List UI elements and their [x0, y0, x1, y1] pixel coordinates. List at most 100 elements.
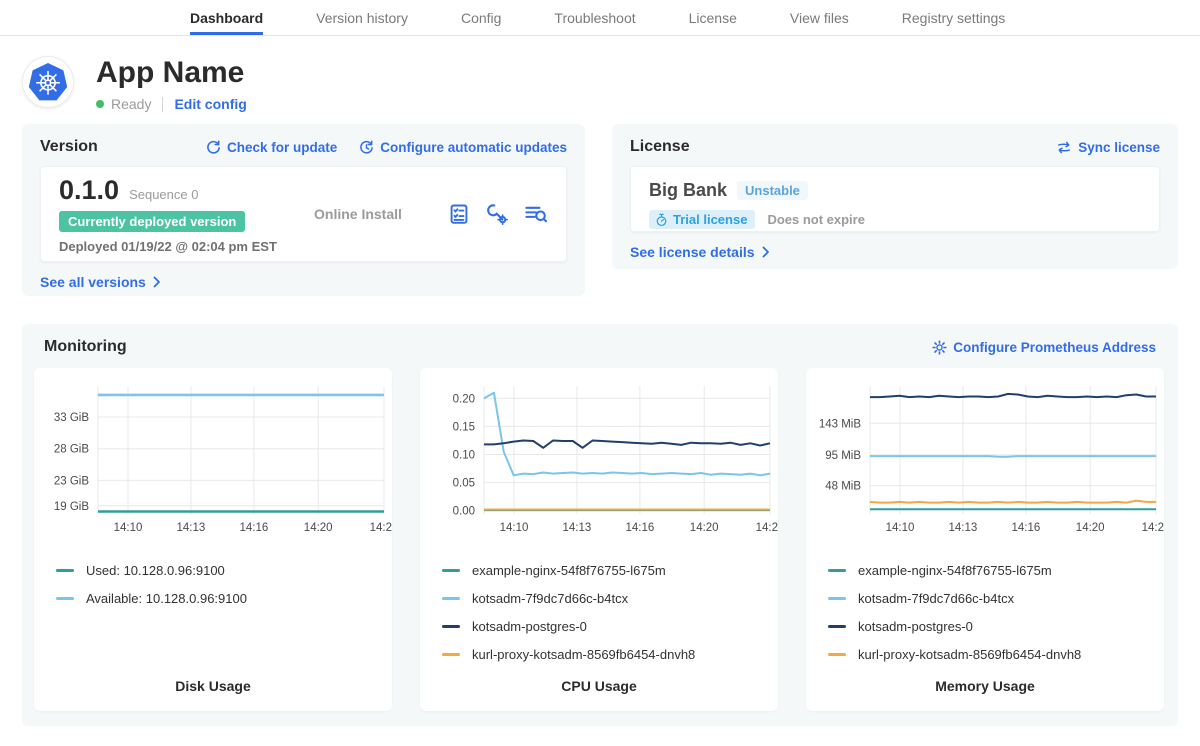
- sync-arrows-icon: [1056, 140, 1072, 155]
- legend-label: kotsadm-postgres-0: [858, 619, 973, 634]
- channel-badge: Unstable: [737, 181, 808, 200]
- configure-automatic-updates-button[interactable]: Configure automatic updates: [359, 140, 567, 155]
- license-type-badge: Trial license: [649, 210, 755, 229]
- memory-usage-chart: 14:1014:1314:1614:2014:23143 MiB95 MiB48…: [814, 378, 1156, 542]
- chart-title: CPU Usage: [428, 678, 770, 694]
- x-tick-label: 14:13: [563, 522, 592, 534]
- x-tick-label: 14:23: [756, 522, 778, 534]
- edit-config-link[interactable]: Edit config: [174, 96, 246, 112]
- legend-label: kurl-proxy-kotsadm-8569fb6454-dnvh8: [472, 647, 695, 662]
- refresh-icon: [206, 140, 221, 155]
- disk-usage-chart: 14:1014:1314:1614:2014:2333 GiB28 GiB23 …: [42, 378, 384, 542]
- tab-dashboard[interactable]: Dashboard: [190, 0, 263, 35]
- license-expiry-text: Does not expire: [767, 212, 865, 227]
- x-tick-label: 14:10: [114, 522, 143, 534]
- x-tick-label: 14:10: [886, 522, 915, 534]
- series-line: [484, 393, 770, 476]
- app-header-text: App Name Ready Edit config: [96, 56, 247, 112]
- legend-item: Used: 10.128.0.96:9100: [56, 556, 384, 584]
- x-tick-label: 14:10: [500, 522, 529, 534]
- x-tick-label: 14:16: [240, 522, 269, 534]
- legend-swatch: [828, 569, 846, 572]
- series-line: [484, 441, 770, 448]
- chart-title: Disk Usage: [42, 678, 384, 694]
- y-tick-label: 0.20: [453, 393, 475, 405]
- y-tick-label: 48 MiB: [825, 481, 861, 493]
- sync-license-button[interactable]: Sync license: [1056, 140, 1160, 155]
- legend-swatch: [56, 597, 74, 600]
- license-card-title: License: [630, 138, 690, 156]
- legend-item: kotsadm-postgres-0: [442, 612, 770, 640]
- x-tick-label: 14:23: [370, 522, 392, 534]
- x-tick-label: 14:16: [1012, 522, 1041, 534]
- legend-swatch: [828, 653, 846, 656]
- monitoring-title: Monitoring: [44, 338, 127, 356]
- tab-license[interactable]: License: [689, 0, 737, 35]
- tab-config[interactable]: Config: [461, 0, 501, 35]
- version-sequence: Sequence 0: [129, 187, 198, 202]
- app-header: App Name Ready Edit config: [0, 36, 1200, 112]
- disk-usage-card: 14:1014:1314:1614:2014:2333 GiB28 GiB23 …: [34, 368, 392, 711]
- legend-label: kurl-proxy-kotsadm-8569fb6454-dnvh8: [858, 647, 1081, 662]
- app-status-row: Ready Edit config: [96, 96, 247, 112]
- log-search-icon[interactable]: [524, 203, 548, 225]
- series-line: [870, 394, 1156, 397]
- legend-label: kotsadm-postgres-0: [472, 619, 587, 634]
- page-title: App Name: [96, 56, 247, 90]
- disk-usage-legend: Used: 10.128.0.96:9100 Available: 10.128.…: [42, 556, 384, 612]
- y-tick-label: 95 MiB: [825, 450, 861, 462]
- y-tick-label: 0.00: [453, 506, 475, 518]
- legend-item: example-nginx-54f8f76755-l675m: [442, 556, 770, 584]
- series-line: [870, 501, 1156, 503]
- memory-usage-legend: example-nginx-54f8f76755-l675mkotsadm-7f…: [814, 556, 1156, 668]
- legend-swatch: [828, 625, 846, 628]
- legend-label: example-nginx-54f8f76755-l675m: [858, 563, 1052, 578]
- see-license-details-link[interactable]: See license details: [630, 244, 770, 260]
- y-tick-label: 0.15: [453, 421, 475, 433]
- deployed-status-badge: Currently deployed version: [59, 211, 245, 232]
- checklist-icon[interactable]: [448, 203, 470, 225]
- legend-label: example-nginx-54f8f76755-l675m: [472, 563, 666, 578]
- configure-prometheus-button[interactable]: Configure Prometheus Address: [932, 340, 1156, 355]
- legend-item: kotsadm-7f9dc7d66c-b4tcx: [442, 584, 770, 612]
- x-tick-label: 14:13: [949, 522, 978, 534]
- legend-swatch: [442, 625, 460, 628]
- check-for-update-button[interactable]: Check for update: [206, 140, 337, 155]
- y-tick-label: 23 GiB: [54, 475, 89, 487]
- x-tick-label: 14:20: [304, 522, 333, 534]
- top-nav: Dashboard Version history Config Trouble…: [0, 0, 1200, 36]
- gear-icon: [932, 340, 947, 355]
- summary-cards-row: Version Check for update Configure autom…: [0, 124, 1200, 296]
- y-tick-label: 28 GiB: [54, 444, 89, 456]
- tab-version-history[interactable]: Version history: [316, 0, 408, 35]
- clock-refresh-icon: [359, 140, 374, 155]
- install-type-label: Online Install: [314, 206, 448, 222]
- legend-swatch: [828, 597, 846, 600]
- chevron-right-icon: [153, 276, 161, 288]
- license-summary-card: Big Bank Unstable Trial license Does not…: [630, 166, 1160, 232]
- legend-swatch: [442, 653, 460, 656]
- version-card: Version Check for update Configure autom…: [22, 124, 585, 296]
- version-number: 0.1.0: [59, 175, 119, 206]
- legend-item: example-nginx-54f8f76755-l675m: [828, 556, 1156, 584]
- x-tick-label: 14:16: [626, 522, 655, 534]
- monitoring-section: Monitoring Configure Prometheus Address …: [22, 324, 1178, 726]
- legend-label: kotsadm-7f9dc7d66c-b4tcx: [472, 591, 628, 606]
- y-tick-label: 0.10: [453, 450, 475, 462]
- chart-title: Memory Usage: [814, 678, 1156, 694]
- legend-item: Available: 10.128.0.96:9100: [56, 584, 384, 612]
- current-version-card: 0.1.0 Sequence 0 Currently deployed vers…: [40, 166, 567, 262]
- stopwatch-icon: [655, 213, 668, 227]
- cpu-usage-legend: example-nginx-54f8f76755-l675m kotsadm-7f…: [428, 556, 770, 668]
- wrench-gear-icon[interactable]: [486, 203, 508, 225]
- divider: [162, 97, 163, 112]
- tab-registry-settings[interactable]: Registry settings: [902, 0, 1005, 35]
- x-tick-label: 14:20: [690, 522, 719, 534]
- tab-troubleshoot[interactable]: Troubleshoot: [554, 0, 635, 35]
- see-all-versions-link[interactable]: See all versions: [40, 274, 161, 290]
- charts-row: 14:1014:1314:1614:2014:2333 GiB28 GiB23 …: [34, 368, 1166, 711]
- tab-view-files[interactable]: View files: [790, 0, 849, 35]
- legend-item: kotsadm-postgres-0: [828, 612, 1156, 640]
- license-card: License Sync license Big Bank Unstable: [612, 124, 1178, 269]
- legend-label: Used: 10.128.0.96:9100: [86, 563, 225, 578]
